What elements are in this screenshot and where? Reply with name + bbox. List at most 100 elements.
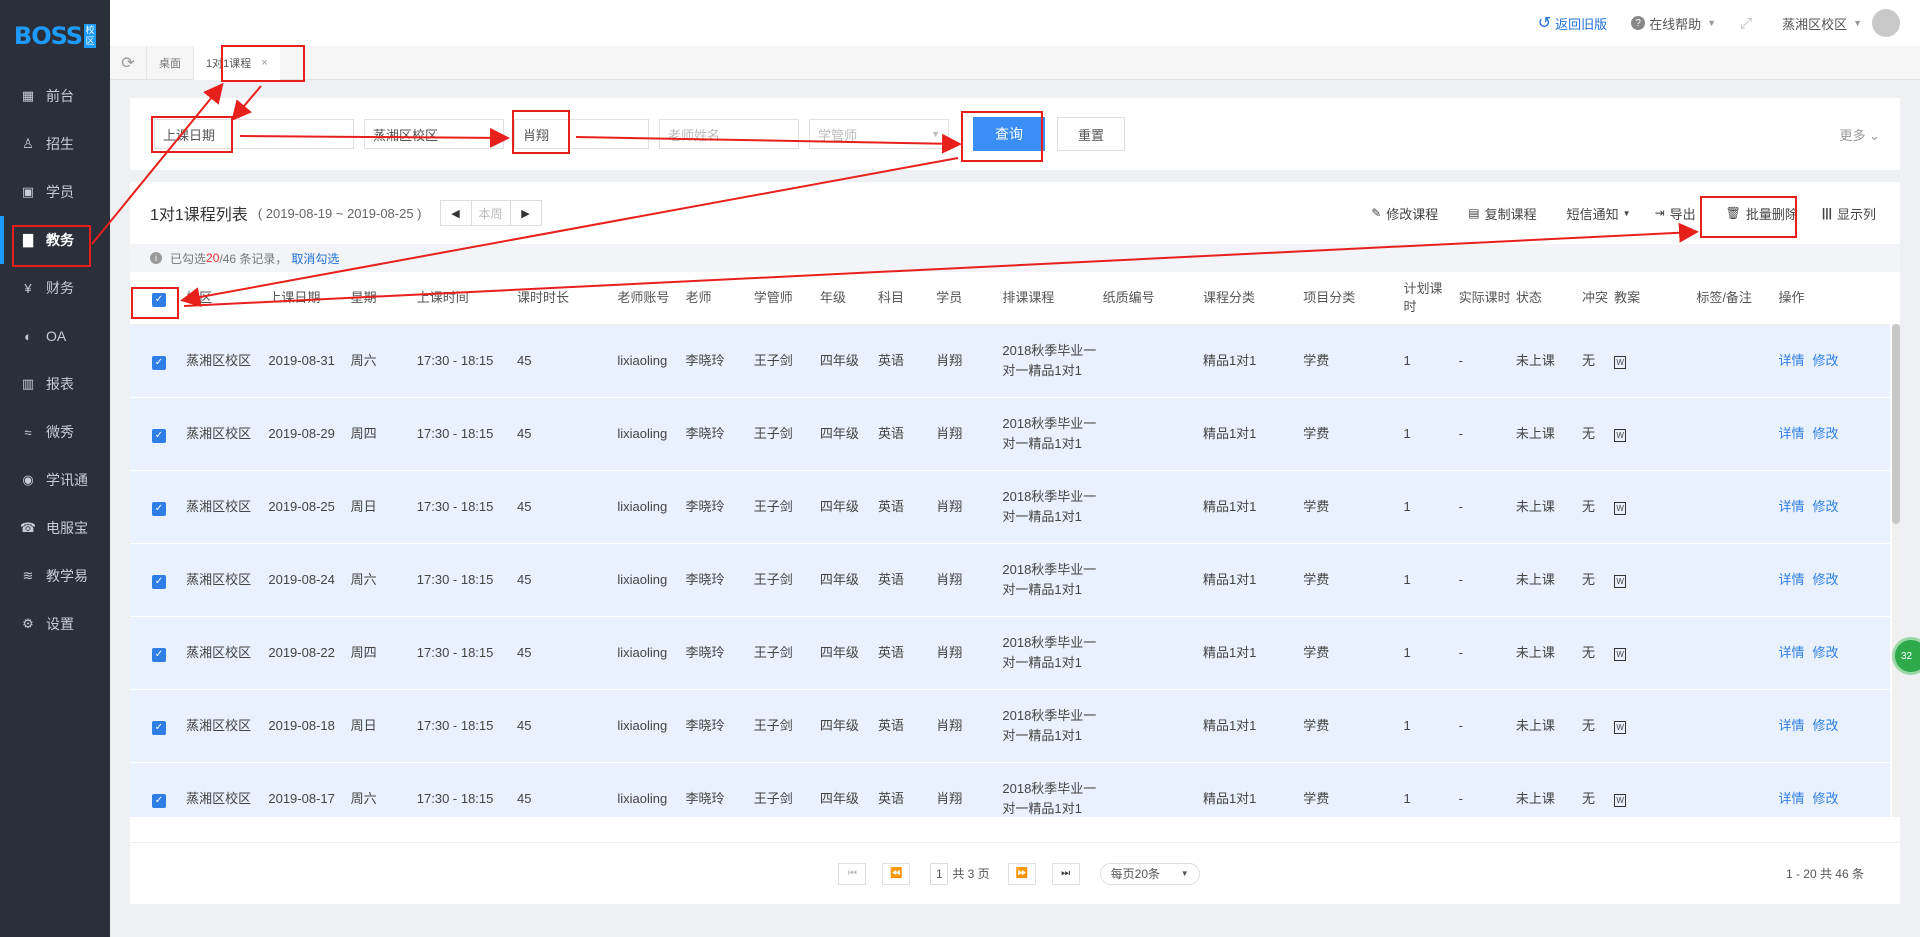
edit-link[interactable]: 修改: [1813, 791, 1839, 806]
yen-icon: ¥: [24, 280, 32, 296]
sidebar-item-3[interactable]: ▇ 教务: [0, 216, 110, 264]
next-week-button[interactable]: ▶: [511, 201, 541, 225]
sidebar-item-10[interactable]: ≋ 教学易: [0, 552, 110, 600]
tab-1on1-course[interactable]: 1对1课程 ×: [193, 45, 280, 80]
sidebar-item-11[interactable]: ⚙ 设置: [0, 600, 110, 648]
edit-link[interactable]: 修改: [1813, 718, 1839, 733]
fullscreen-button[interactable]: ⤢: [1740, 15, 1752, 32]
detail-link[interactable]: 详情: [1779, 499, 1805, 514]
cell-paper: [1101, 324, 1201, 397]
last-page-button[interactable]: ⏭: [1051, 862, 1080, 885]
batch-delete-button[interactable]: 🗑 批量删除: [1726, 204, 1798, 223]
edit-link[interactable]: 修改: [1813, 645, 1839, 660]
manager-filter-select[interactable]: 学管师 ▼: [809, 119, 949, 149]
student-filter-input[interactable]: 肖翔: [514, 119, 649, 149]
back-old-version-link[interactable]: ↺ 返回旧版: [1538, 13, 1607, 33]
date-filter-input[interactable]: 上课日期: [154, 119, 354, 149]
prev-page-button[interactable]: ⏪: [882, 862, 911, 885]
table-row[interactable]: ✓ 蒸湘区校区 2019-08-29 周四 17:30 - 18:15 45 lixiaol…: [130, 397, 1890, 470]
sidebar-item-6[interactable]: ▥ 报表: [0, 360, 110, 408]
word-doc-icon[interactable]: W: [1614, 794, 1627, 807]
logo[interactable]: BOSS 校区: [0, 0, 110, 72]
cell-duration: 45: [517, 644, 532, 660]
sidebar-item-1[interactable]: ♙ 招生: [0, 120, 110, 168]
row-checkbox[interactable]: ✓: [152, 720, 166, 735]
word-doc-icon[interactable]: W: [1614, 648, 1627, 661]
export-button[interactable]: ⇥ 导出: [1655, 204, 1696, 223]
row-checkbox[interactable]: ✓: [152, 428, 166, 443]
sidebar-item-2[interactable]: ▣ 学员: [0, 168, 110, 216]
edit-link[interactable]: 修改: [1813, 499, 1839, 514]
this-week-button[interactable]: 本周: [470, 201, 511, 225]
tab-home[interactable]: 桌面: [146, 45, 193, 80]
query-button[interactable]: 查询: [973, 117, 1045, 151]
prev-week-button[interactable]: ◀: [441, 201, 471, 225]
edit-link[interactable]: 修改: [1813, 572, 1839, 587]
row-checkbox[interactable]: ✓: [152, 355, 166, 370]
first-page-button[interactable]: ⏮: [838, 862, 867, 885]
cell-conflict: 无: [1582, 717, 1596, 733]
row-checkbox[interactable]: ✓: [152, 793, 166, 808]
table-row[interactable]: ✓ 蒸湘区校区 2019-08-22 周四 17:30 - 18:15 45 lixiaol…: [130, 616, 1890, 689]
edit-course-button[interactable]: ✎ 修改课程: [1371, 204, 1438, 223]
online-help-menu[interactable]: ? 在线帮助 ▼: [1631, 14, 1716, 33]
word-doc-icon[interactable]: W: [1614, 429, 1627, 442]
edit-link[interactable]: 修改: [1813, 353, 1839, 368]
row-checkbox[interactable]: ✓: [152, 501, 166, 516]
teacher-name-input[interactable]: 老师姓名: [659, 119, 799, 149]
cell-manager: 王子剑: [753, 571, 793, 587]
detail-link[interactable]: 详情: [1779, 645, 1805, 660]
campus-name: 蒸湘区校区: [1782, 16, 1848, 32]
copy-course-button[interactable]: ▤ 复制课程: [1468, 204, 1536, 223]
word-doc-icon[interactable]: W: [1614, 356, 1627, 369]
table-row[interactable]: ✓ 蒸湘区校区 2019-08-24 周六 17:30 - 18:15 45 lixiaol…: [130, 543, 1890, 616]
sidebar-item-label: 学员: [46, 184, 74, 200]
next-page-button[interactable]: ⏩: [1007, 862, 1036, 885]
row-select-cell: ✓: [130, 324, 184, 397]
avatar[interactable]: [1872, 9, 1900, 37]
word-doc-icon[interactable]: W: [1614, 721, 1627, 734]
detail-link[interactable]: 详情: [1779, 791, 1805, 806]
sidebar-item-4[interactable]: ¥ 财务: [0, 264, 110, 312]
cell-time: 17:30 - 18:15: [416, 352, 494, 368]
table-row[interactable]: ✓ 蒸湘区校区 2019-08-18 周日 17:30 - 18:15 45 lixiaol…: [130, 689, 1890, 762]
sidebar-item-8[interactable]: ◉ 学讯通: [0, 456, 110, 504]
cell-campus: 蒸湘区校区: [186, 498, 252, 514]
close-icon[interactable]: ×: [261, 57, 267, 69]
sms-notify-dropdown[interactable]: 短信通知 ▼: [1567, 204, 1631, 223]
sidebar-item-5[interactable]: ◐ OA: [0, 312, 110, 360]
detail-link[interactable]: 详情: [1779, 718, 1805, 733]
campus-switcher[interactable]: 蒸湘区校区 ▼: [1782, 14, 1862, 33]
campus-filter-select[interactable]: 蒸湘区校区: [364, 119, 504, 149]
detail-link[interactable]: 详情: [1779, 426, 1805, 441]
cell-lesson-plan: W: [1612, 470, 1694, 543]
table-scrollbar[interactable]: [1892, 324, 1900, 817]
cell-course: 2018秋季毕业一对一精品1对1: [1002, 488, 1097, 524]
edit-link[interactable]: 修改: [1813, 426, 1839, 441]
row-checkbox[interactable]: ✓: [152, 574, 166, 589]
page-number-input[interactable]: 1: [930, 862, 949, 885]
word-doc-icon[interactable]: W: [1614, 502, 1627, 515]
select-all-checkbox[interactable]: ✓: [152, 292, 166, 307]
sidebar-item-7[interactable]: ≈ 微秀: [0, 408, 110, 456]
row-checkbox[interactable]: ✓: [152, 647, 166, 662]
sidebar-item-9[interactable]: ☎ 电服宝: [0, 504, 110, 552]
table-row[interactable]: ✓ 蒸湘区校区 2019-08-17 周六 17:30 - 18:15 45 lixiaol…: [130, 762, 1890, 817]
column-header[interactable]: 星期: [348, 272, 415, 325]
show-columns-button[interactable]: ||| 显示列: [1822, 204, 1876, 223]
cancel-selection-link[interactable]: 取消勾选: [291, 250, 339, 267]
more-filters-toggle[interactable]: 更多 ⌄: [1839, 125, 1880, 144]
refresh-icon[interactable]: ⟳: [110, 53, 146, 73]
cell-account: lixiaoling: [617, 498, 668, 514]
manager-filter-placeholder: 学管师: [818, 127, 858, 143]
word-doc-icon[interactable]: W: [1614, 575, 1627, 588]
table-row[interactable]: ✓ 蒸湘区校区 2019-08-25 周日 17:30 - 18:15 45 lixiaol…: [130, 470, 1890, 543]
detail-link[interactable]: 详情: [1779, 353, 1805, 368]
page-size-select[interactable]: 每页20条 ▼: [1099, 862, 1200, 885]
detail-link[interactable]: 详情: [1779, 572, 1805, 587]
table-row[interactable]: ✓ 蒸湘区校区 2019-08-31 周六 17:30 - 18:15 45 lixiaol…: [130, 324, 1890, 397]
cell-weekday: 周日: [350, 498, 377, 514]
sidebar-item-0[interactable]: ▦ 前台: [0, 72, 110, 120]
reset-button[interactable]: 重置: [1057, 117, 1125, 151]
scrollbar-thumb[interactable]: [1892, 324, 1900, 524]
